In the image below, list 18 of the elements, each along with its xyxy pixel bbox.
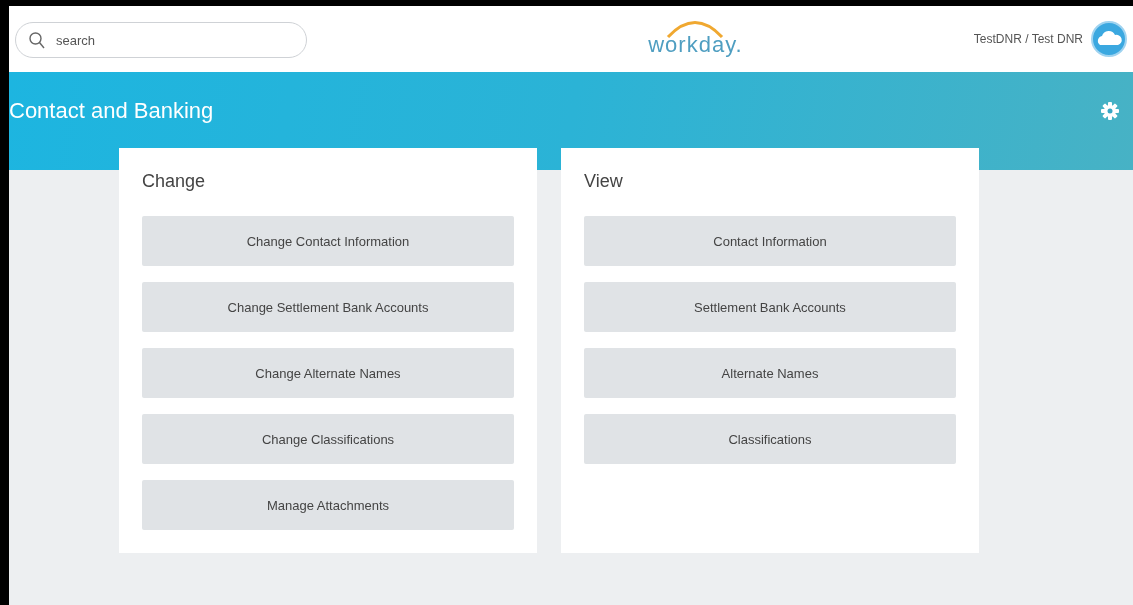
action-button[interactable]: Change Classifications (142, 414, 514, 464)
page-title: Contact and Banking (9, 98, 214, 124)
action-button[interactable]: Change Settlement Bank Accounts (142, 282, 514, 332)
action-button[interactable]: Contact Information (584, 216, 956, 266)
action-button[interactable]: Change Contact Information (142, 216, 514, 266)
card-title: View (584, 170, 624, 192)
action-button[interactable]: Alternate Names (584, 348, 956, 398)
action-button[interactable]: Settlement Bank Accounts (584, 282, 956, 332)
logo-arc-icon (665, 20, 726, 38)
action-button[interactable]: Manage Attachments (142, 480, 514, 530)
search-field[interactable]: search (15, 22, 307, 58)
action-button[interactable]: Change Alternate Names (142, 348, 514, 398)
settings-icon[interactable] (1101, 102, 1119, 120)
cloud-avatar-icon[interactable] (1091, 21, 1127, 57)
logo-text: workday. (648, 32, 743, 58)
card-title: Change (142, 170, 207, 192)
user-name: TestDNR / Test DNR (973, 32, 1083, 46)
action-button[interactable]: Classifications (584, 414, 956, 464)
